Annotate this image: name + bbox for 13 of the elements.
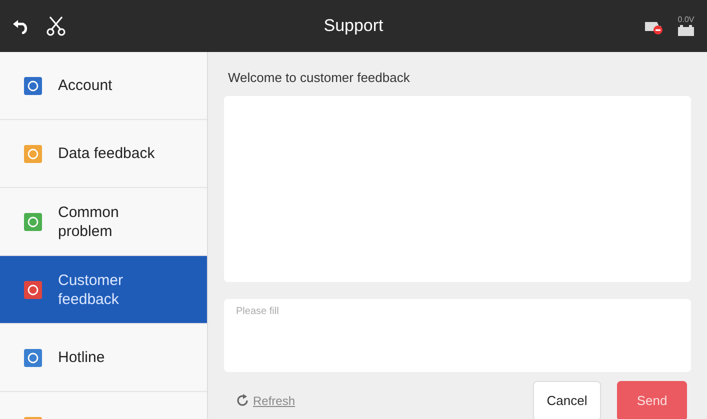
sidebar-item[interactable]: Data feedback bbox=[0, 120, 207, 188]
back-icon[interactable] bbox=[12, 18, 30, 34]
sidebar-item[interactable]: Hotline bbox=[0, 324, 207, 392]
scissors-icon[interactable] bbox=[46, 16, 66, 36]
section-heading: Welcome to customer feedback bbox=[227, 69, 411, 87]
page-title: Support bbox=[324, 15, 384, 38]
cancel-button[interactable]: Cancel bbox=[533, 380, 601, 419]
battery-icon bbox=[677, 24, 695, 36]
sidebar-item[interactable]: Customer feedback bbox=[0, 256, 207, 324]
voltage-label: 0.0V bbox=[678, 16, 694, 24]
refresh-icon bbox=[236, 394, 249, 407]
sidebar-item[interactable]: Account bbox=[0, 52, 207, 120]
input-field[interactable]: Please fill bbox=[224, 298, 691, 372]
